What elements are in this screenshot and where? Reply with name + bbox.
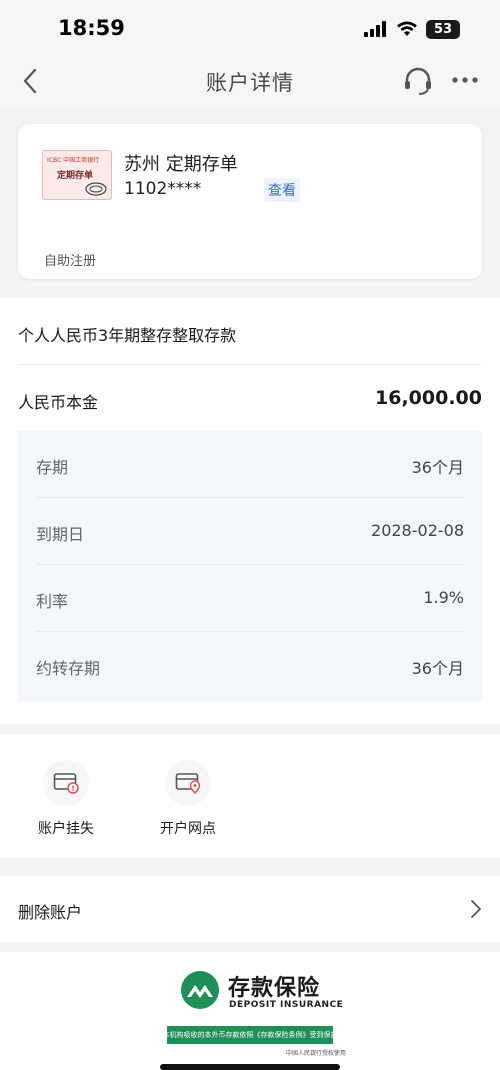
view-account-button[interactable]: 查看 xyxy=(264,178,300,202)
insurance-title: 存款保险 xyxy=(228,976,321,1001)
detail-value: 2028-02-08 xyxy=(371,521,464,540)
nav-bar: 账户详情 xyxy=(0,58,500,106)
battery-icon: 53 xyxy=(426,19,460,39)
wifi-icon xyxy=(397,21,417,36)
home-indicator xyxy=(160,1064,340,1070)
divider xyxy=(18,364,482,365)
registration-tag: 自助注册 xyxy=(44,254,97,269)
status-bar: 18:59 53 xyxy=(0,0,500,58)
card-lost-icon xyxy=(53,773,79,794)
detail-row-renewal-term: 约转存期 36个月 xyxy=(18,632,482,699)
deposit-certificate-image: ICBC 中国工商银行 定期存单 xyxy=(42,150,112,200)
insurance-note: 中国人民银行授权使用 xyxy=(285,1050,346,1057)
detail-value: 36个月 xyxy=(411,659,464,678)
action-icon-circle xyxy=(43,760,89,806)
passbook-title: 定期存单 xyxy=(57,171,94,181)
passbook-bank-name: ICBC 中国工商银行 xyxy=(47,157,100,164)
delete-account-row[interactable]: 删除账户 xyxy=(0,876,500,942)
detail-label: 利率 xyxy=(36,592,69,611)
detail-row-term: 存期 36个月 xyxy=(18,431,482,498)
detail-row-maturity-date: 到期日 2028-02-08 xyxy=(18,498,482,565)
passbook-emblem-icon xyxy=(85,182,107,196)
more-options-icon[interactable] xyxy=(450,70,480,90)
deposit-insurance-section: 存款保险 DEPOSIT INSURANCE 本机构吸收的本外币存款依照《存款保… xyxy=(0,952,500,1070)
insurance-banner: 本机构吸收的本外币存款依照《存款保险条例》受到保护 xyxy=(163,1026,338,1044)
detail-row-interest-rate: 利率 1.9% xyxy=(18,565,482,632)
account-card[interactable]: ICBC 中国工商银行 定期存单 苏州 定期存单 1102**** 查看 自助注… xyxy=(18,124,482,279)
branch-location-button[interactable]: 开户网点 xyxy=(138,760,238,850)
status-icons: 53 xyxy=(364,19,460,39)
detail-label: 约转存期 xyxy=(36,659,101,678)
report-loss-button[interactable]: 账户挂失 xyxy=(16,760,116,850)
detail-label: 存期 xyxy=(36,458,69,477)
action-label: 开户网点 xyxy=(160,821,216,837)
detail-value: 36个月 xyxy=(411,458,464,477)
product-name: 个人人民币3年期整存整取存款 xyxy=(18,326,237,345)
deposit-info-section: 个人人民币3年期整存整取存款 人民币本金 16,000.00 存期 36个月 到… xyxy=(0,298,500,724)
branch-location-icon xyxy=(175,773,201,794)
account-number: 1102**** xyxy=(124,179,202,199)
action-icon-circle xyxy=(165,760,211,806)
account-actions-section: 账户挂失 开户网点 xyxy=(0,734,500,858)
principal-value: 16,000.00 xyxy=(375,387,482,409)
detail-value: 1.9% xyxy=(423,588,464,607)
deposit-detail-panel: 存期 36个月 到期日 2028-02-08 利率 1.9% 约转存期 36个月 xyxy=(18,431,482,701)
cellular-signal-icon xyxy=(364,21,386,37)
account-title: 苏州 定期存单 xyxy=(124,154,238,175)
account-card-section: ICBC 中国工商银行 定期存单 苏州 定期存单 1102**** 查看 自助注… xyxy=(0,106,500,298)
insurance-subtitle: DEPOSIT INSURANCE xyxy=(229,1000,344,1010)
action-label: 账户挂失 xyxy=(38,821,94,837)
delete-account-label: 删除账户 xyxy=(18,903,83,922)
customer-service-icon[interactable] xyxy=(402,65,434,97)
principal-label: 人民币本金 xyxy=(18,393,99,412)
detail-label: 到期日 xyxy=(36,525,85,544)
chevron-right-icon xyxy=(471,900,481,918)
deposit-insurance-logo-icon xyxy=(181,971,219,1009)
status-time: 18:59 xyxy=(58,16,125,40)
